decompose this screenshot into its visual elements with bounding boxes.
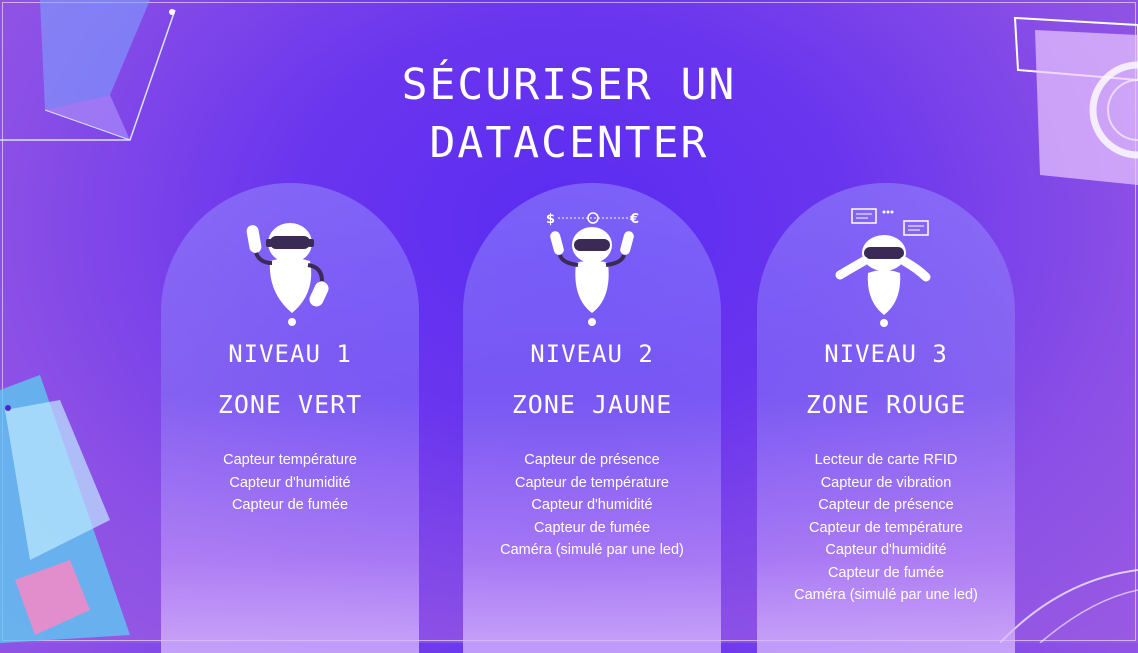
- zone-label: ZONE VERT: [217, 390, 363, 419]
- list-item: Capteur d'humidité: [531, 497, 653, 513]
- level-label: NIVEAU 2: [530, 340, 654, 368]
- list-item: Capteur de présence: [818, 497, 954, 513]
- title-line-1: SÉCURISER UN: [401, 60, 737, 110]
- list-item: Caméra (simulé par une led): [794, 587, 978, 603]
- level-card-3: NIVEAU 3 ZONE ROUGE Lecteur de carte RFI…: [757, 183, 1015, 653]
- list-item: Capteur de température: [515, 474, 669, 491]
- list-item: Caméra (simulé par une led): [500, 542, 684, 558]
- sensor-list: Capteur température Capteur d'humidité C…: [191, 449, 389, 517]
- euro-icon: €: [629, 212, 639, 227]
- sensor-list: Capteur de présence Capteur de températu…: [493, 449, 691, 562]
- robot-currency-icon: $ €: [546, 212, 639, 326]
- list-item: Capteur de fumée: [231, 497, 349, 513]
- level-card-1: NIVEAU 1 ZONE VERT Capteur température C…: [161, 183, 419, 653]
- list-item: Capteur de fumée: [533, 519, 651, 536]
- zone-label: ZONE JAUNE: [511, 390, 673, 419]
- level-label: NIVEAU 1: [228, 340, 352, 368]
- level-card-2: $ € NIVEAU 2 ZONE JAUNE Capteur de prése…: [463, 183, 721, 653]
- list-item: Capteur d'humidité: [229, 474, 351, 491]
- list-item: Capteur de vibration: [820, 474, 952, 491]
- level-label: NIVEAU 3: [824, 340, 948, 368]
- list-item: Capteur de température: [809, 519, 963, 536]
- bottom-right-lines-decoration: [1000, 569, 1138, 643]
- robot-messages-icon: [835, 208, 931, 327]
- list-item: Capteur de présence: [524, 452, 660, 468]
- dollar-icon: $: [546, 212, 555, 227]
- list-item: Capteur température: [223, 452, 357, 468]
- zone-label: ZONE ROUGE: [805, 390, 967, 419]
- left-phone-decoration: [0, 375, 130, 643]
- title-line-2: DATACENTER: [429, 118, 709, 168]
- robot-waving-icon: [246, 223, 329, 326]
- sensor-list: Lecteur de carte RFID Capteur de vibrati…: [787, 449, 985, 607]
- list-item: Capteur d'humidité: [825, 542, 947, 558]
- list-item: Lecteur de carte RFID: [814, 452, 958, 468]
- list-item: Capteur de fumée: [827, 564, 945, 581]
- page-title: SÉCURISER UN DATACENTER: [0, 56, 1138, 172]
